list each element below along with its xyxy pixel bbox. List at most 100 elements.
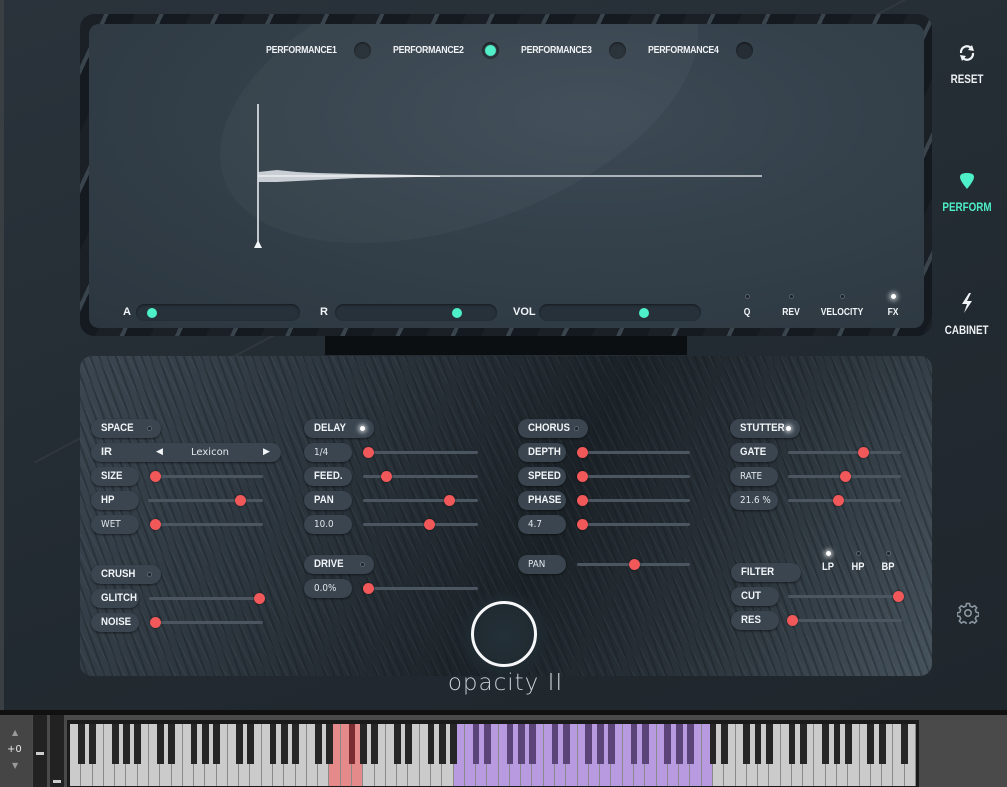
black-key[interactable]: [438, 724, 446, 764]
size-slider[interactable]: [150, 471, 263, 482]
velocity-toggle[interactable]: VELOCITY: [817, 294, 867, 318]
black-key[interactable]: [675, 724, 683, 764]
performance-4[interactable]: PERFORMANCE4: [648, 42, 754, 59]
black-key[interactable]: [427, 724, 435, 764]
black-key[interactable]: [77, 724, 85, 764]
pitch-wheel[interactable]: [33, 715, 47, 787]
delay-time-slider[interactable]: [363, 447, 478, 458]
black-key[interactable]: [664, 724, 672, 764]
delay-toggle[interactable]: DELAY: [304, 419, 374, 438]
black-key[interactable]: [517, 724, 525, 764]
drive-amount-pill[interactable]: 0.0%: [304, 579, 352, 598]
black-key[interactable]: [630, 724, 638, 764]
black-key[interactable]: [743, 724, 751, 764]
gate-slider[interactable]: [788, 447, 901, 458]
black-key[interactable]: [788, 724, 796, 764]
chorus-toggle[interactable]: CHORUS: [518, 419, 588, 438]
black-key[interactable]: [799, 724, 807, 764]
black-key[interactable]: [405, 724, 412, 764]
filter-mode-lp[interactable]: LP: [816, 551, 840, 573]
black-key[interactable]: [765, 724, 773, 764]
black-key[interactable]: [867, 724, 875, 764]
black-key[interactable]: [348, 724, 356, 764]
black-key[interactable]: [371, 724, 378, 764]
stutter-mix-pill[interactable]: 21.6 %: [730, 491, 778, 510]
feedback-slider[interactable]: [363, 471, 478, 482]
black-key[interactable]: [878, 724, 886, 764]
black-key[interactable]: [269, 724, 277, 764]
black-key[interactable]: [529, 724, 536, 764]
cut-slider[interactable]: [788, 591, 904, 602]
performance-1[interactable]: PERFORMANCE1: [266, 42, 372, 59]
black-key[interactable]: [720, 724, 728, 764]
chorus-pan-slider[interactable]: [577, 559, 690, 570]
octave-down-icon[interactable]: ▼: [12, 761, 18, 770]
rev-toggle[interactable]: REV: [766, 294, 816, 318]
black-key[interactable]: [709, 724, 717, 764]
attack-knob[interactable]: [146, 308, 157, 318]
black-key[interactable]: [687, 724, 694, 764]
hp-knob[interactable]: [235, 495, 246, 506]
performance-3-led[interactable]: [608, 42, 626, 59]
glitch-slider[interactable]: [149, 593, 265, 604]
filter-mode-bp[interactable]: BP: [876, 551, 900, 573]
gate-knob[interactable]: [857, 447, 869, 458]
stutter-toggle[interactable]: STUTTER: [730, 419, 800, 438]
black-key[interactable]: [596, 724, 604, 764]
stutter-mix-knob[interactable]: [832, 495, 844, 506]
performance-2-led[interactable]: [481, 42, 499, 59]
chorus-mix-pill[interactable]: 4.7: [518, 515, 566, 534]
black-key[interactable]: [844, 724, 852, 764]
black-key[interactable]: [168, 724, 175, 764]
delay-mix-slider[interactable]: [363, 519, 478, 530]
black-key[interactable]: [608, 724, 615, 764]
res-slider[interactable]: [787, 615, 902, 626]
hp-slider[interactable]: [148, 495, 263, 506]
delay-pan-slider[interactable]: [363, 495, 478, 506]
delay-time-pill[interactable]: 1/4: [304, 443, 352, 462]
black-key[interactable]: [123, 724, 130, 764]
glitch-knob[interactable]: [253, 593, 265, 604]
space-toggle[interactable]: SPACE: [91, 419, 161, 438]
ir-next-icon[interactable]: ▶: [263, 443, 270, 462]
q-toggle[interactable]: Q: [722, 294, 772, 318]
feedback-knob[interactable]: [381, 471, 392, 482]
black-key[interactable]: [156, 724, 164, 764]
black-key[interactable]: [359, 724, 367, 764]
stutter-mix-slider[interactable]: [788, 495, 901, 506]
volume-knob[interactable]: [639, 308, 650, 318]
cut-knob[interactable]: [892, 591, 904, 602]
black-key[interactable]: [247, 724, 254, 764]
black-key[interactable]: [833, 724, 841, 764]
drive-toggle[interactable]: DRIVE: [304, 555, 374, 574]
volume-slider[interactable]: [539, 304, 701, 321]
delay-mix-pill[interactable]: 10.0: [304, 515, 352, 534]
rate-slider[interactable]: [788, 471, 901, 482]
black-key[interactable]: [506, 724, 514, 764]
black-key[interactable]: [483, 724, 491, 764]
perform-tab[interactable]: PERFORM: [937, 172, 997, 215]
ir-prev-icon[interactable]: ◀: [156, 443, 163, 462]
attack-slider[interactable]: [136, 304, 300, 321]
octave-up-icon[interactable]: ▲: [12, 728, 18, 737]
black-key[interactable]: [585, 724, 593, 764]
release-knob[interactable]: [451, 308, 462, 318]
release-slider[interactable]: [335, 304, 497, 321]
crush-toggle[interactable]: CRUSH: [91, 565, 161, 584]
black-key[interactable]: [393, 724, 401, 764]
delay-mix-knob[interactable]: [423, 519, 435, 530]
black-key[interactable]: [201, 724, 209, 764]
rate-knob[interactable]: [839, 471, 851, 482]
black-key[interactable]: [280, 724, 288, 764]
black-key[interactable]: [551, 724, 559, 764]
start-marker-handle[interactable]: [254, 240, 262, 248]
black-key[interactable]: [641, 724, 649, 764]
black-key[interactable]: [292, 724, 299, 764]
phase-slider[interactable]: [577, 495, 690, 506]
black-key[interactable]: [822, 724, 830, 764]
black-key[interactable]: [562, 724, 570, 764]
filter-mode-hp[interactable]: HP: [846, 551, 870, 573]
depth-slider[interactable]: [577, 447, 690, 458]
speed-slider[interactable]: [577, 471, 690, 482]
performance-3[interactable]: PERFORMANCE3: [521, 42, 626, 59]
